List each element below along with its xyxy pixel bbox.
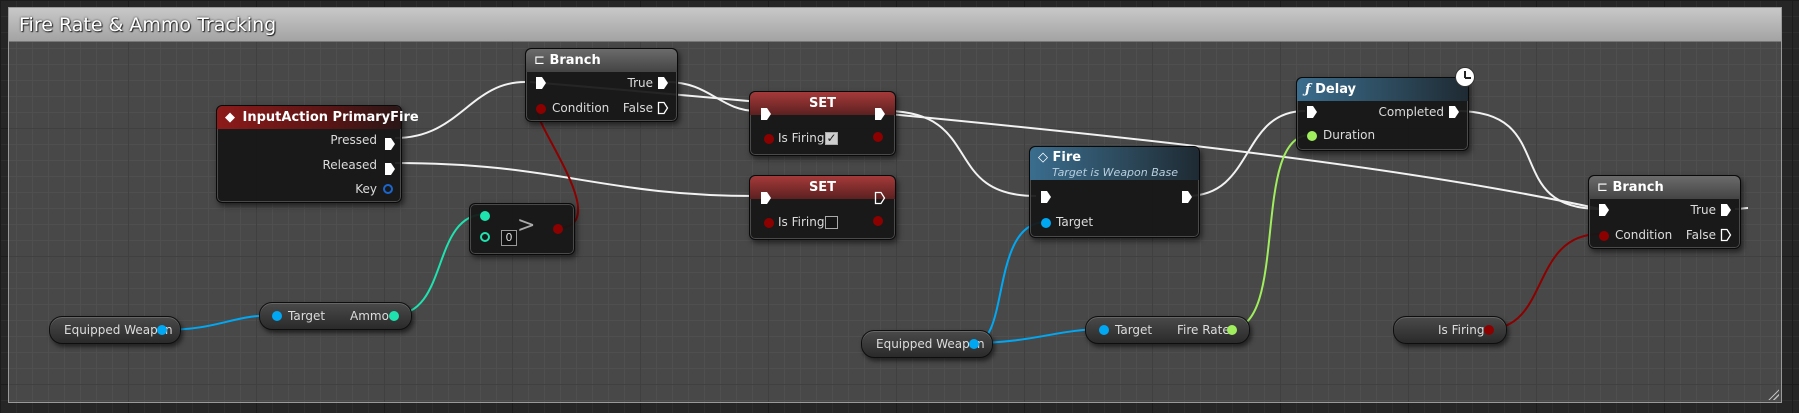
pin-label-false: False xyxy=(622,101,653,115)
branch-node-1[interactable]: ⊏ Branch True Condition False xyxy=(525,48,678,122)
set2-is-firing-label: Is Firing xyxy=(778,215,825,229)
fire-target-pin[interactable] xyxy=(1041,218,1051,228)
compare-input-a-pin[interactable] xyxy=(480,211,490,221)
get-fire-rate-node[interactable]: Target Fire Rate xyxy=(1085,316,1250,344)
wire-firerate-to-duration[interactable] xyxy=(1229,134,1311,330)
set2-is-firing-checkbox[interactable] xyxy=(825,216,838,229)
set-is-firing-node-1[interactable]: SET Is Firing ✓ xyxy=(749,91,896,156)
is-firing-output-pin[interactable] xyxy=(1484,325,1494,335)
branch-node-2[interactable]: ⊏ Branch True Condition False xyxy=(1588,175,1741,249)
delay-duration-pin[interactable] xyxy=(1307,131,1317,141)
delay-title: Delay xyxy=(1315,82,1357,97)
get-fire-rate-label: Fire Rate xyxy=(1177,323,1230,337)
get-ammo-output-pin[interactable] xyxy=(389,311,399,321)
key-struct-pin[interactable] xyxy=(383,184,393,194)
pin-label-true: True xyxy=(627,76,654,90)
pin-label-released: Released xyxy=(322,158,377,172)
get-ammo-node[interactable]: Target Ammo xyxy=(259,302,412,330)
branch1-condition-pin[interactable] xyxy=(536,104,546,114)
branch2-condition-label: Condition xyxy=(1615,228,1673,242)
latent-clock-icon xyxy=(1455,67,1475,87)
get-ammo-target-pin[interactable] xyxy=(272,311,282,321)
branch-icon: ⊏ xyxy=(534,53,545,68)
delay-node[interactable]: ƒ Delay Completed Duration xyxy=(1296,77,1469,151)
greater-than-operator: > xyxy=(517,213,536,238)
function-f-icon: ƒ xyxy=(1305,82,1311,97)
wire-branch1-true-to-set1[interactable] xyxy=(666,81,758,112)
fire-function-node[interactable]: ◇ Fire Target is Weapon Base Target xyxy=(1029,146,1200,238)
wire-fire-to-delay[interactable] xyxy=(1186,110,1306,197)
compare-output-pin[interactable] xyxy=(553,224,563,234)
set2-is-firing-pin[interactable] xyxy=(764,218,774,228)
pin-label-condition: Condition xyxy=(552,101,610,115)
equipped2-output-pin[interactable] xyxy=(969,339,979,349)
input-action-node[interactable]: ◆ InputAction PrimaryFire Pressed Releas… xyxy=(216,105,419,203)
get-fire-rate-output-pin[interactable] xyxy=(1227,325,1237,335)
wire-equipped2-to-firerate-target[interactable] xyxy=(973,328,1104,344)
function-icon: ◇ xyxy=(1038,150,1048,165)
event-diamond-icon: ◆ xyxy=(225,110,235,125)
get-fire-rate-target-label: Target xyxy=(1115,323,1153,337)
get-ammo-target-label: Target xyxy=(288,309,326,323)
set-is-firing-node-2[interactable]: SET Is Firing xyxy=(749,175,896,240)
branch2-false-label: False xyxy=(1685,228,1716,242)
pin-label-pressed: Pressed xyxy=(330,133,377,147)
compare-input-b-pin[interactable] xyxy=(480,232,490,242)
branch-icon: ⊏ xyxy=(1597,180,1608,195)
branch1-title: Branch xyxy=(549,53,601,68)
set1-header: SET xyxy=(750,92,895,115)
set2-output-pin[interactable] xyxy=(873,216,883,226)
set1-is-firing-pin[interactable] xyxy=(764,134,774,144)
compare-value-field[interactable]: 0 xyxy=(501,230,517,246)
get-ammo-ammo-label: Ammo xyxy=(350,309,389,323)
wire-released-to-set2[interactable] xyxy=(394,162,758,197)
delay-duration-label: Duration xyxy=(1323,128,1376,142)
is-firing-getter[interactable]: Is Firing xyxy=(1393,316,1507,344)
wire-isfiring-to-condition[interactable] xyxy=(1487,233,1601,330)
delay-header: ƒ Delay xyxy=(1297,78,1468,101)
branch2-true-label: True xyxy=(1690,203,1717,217)
branch2-condition-pin[interactable] xyxy=(1599,231,1609,241)
set1-output-pin[interactable] xyxy=(873,132,883,142)
wire-equipped2-to-fire-target[interactable] xyxy=(973,221,1047,344)
is-firing-getter-label: Is Firing xyxy=(1438,323,1485,337)
fire-target-label: Target xyxy=(1056,215,1094,229)
fire-title: Fire xyxy=(1052,150,1082,165)
branch1-header: ⊏ Branch xyxy=(526,49,677,72)
input-action-title: InputAction PrimaryFire xyxy=(242,110,419,125)
set1-is-firing-checkbox[interactable]: ✓ xyxy=(825,132,838,145)
wire-set1-to-fire[interactable] xyxy=(884,110,1037,197)
greater-than-node[interactable]: 0 > xyxy=(469,203,575,255)
delay-completed-label: Completed xyxy=(1378,105,1444,119)
pin-label-key: Key xyxy=(355,182,377,196)
branch2-header: ⊏ Branch xyxy=(1589,176,1740,199)
set2-header: SET xyxy=(750,176,895,199)
get-fire-rate-target-pin[interactable] xyxy=(1099,325,1109,335)
set1-is-firing-label: Is Firing xyxy=(778,131,825,145)
equipped1-output-pin[interactable] xyxy=(157,325,167,335)
equipped-weapon-getter-2[interactable]: Equipped Weapon xyxy=(861,330,993,358)
input-action-header: ◆ InputAction PrimaryFire xyxy=(217,106,419,129)
equipped-weapon-getter-1[interactable]: Equipped Weapon xyxy=(49,316,181,344)
fire-subtitle: Target is Weapon Base xyxy=(1052,166,1179,179)
fire-header: ◇ Fire Target is Weapon Base xyxy=(1030,147,1199,180)
branch2-title: Branch xyxy=(1612,180,1664,195)
